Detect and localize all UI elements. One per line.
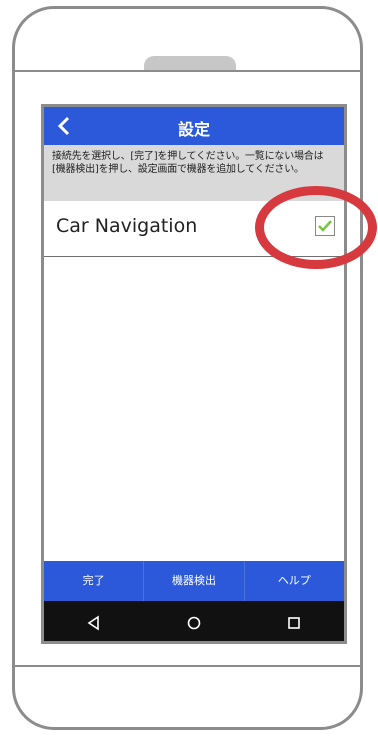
device-name: Car Navigation [56,215,198,237]
done-button[interactable]: 完了 [44,561,145,601]
bottom-action-bar: 完了 機器検出 ヘルプ [44,561,344,601]
title-bar: 設定 [44,107,344,145]
triangle-back-icon[interactable] [84,613,104,633]
detect-device-button[interactable]: 機器検出 [144,561,245,601]
page-title: 設定 [177,120,210,139]
android-nav-bar [44,601,344,641]
phone-bottom-divider [15,665,360,667]
phone-speaker [144,56,236,70]
circle-home-icon[interactable] [184,613,204,633]
app-screen: 設定 接続先を選択し、[完了]を押してください。一覧にない場合は[機器検出]を押… [41,104,347,644]
highlight-circle [255,186,377,269]
help-button[interactable]: ヘルプ [245,561,344,601]
square-recent-icon[interactable] [284,613,304,633]
phone-top-divider [15,70,360,72]
